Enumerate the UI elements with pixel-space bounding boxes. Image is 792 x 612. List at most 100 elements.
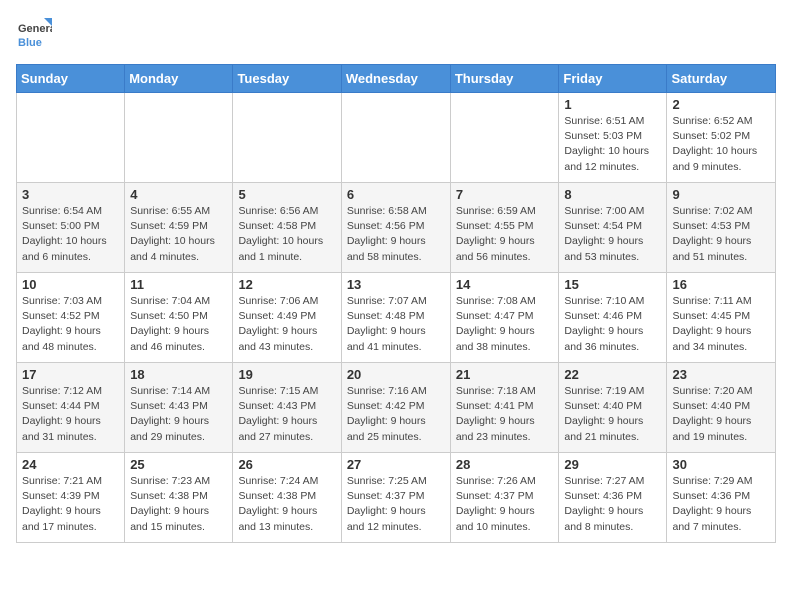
calendar-cell bbox=[450, 93, 559, 183]
day-number: 22 bbox=[564, 367, 661, 382]
day-number: 30 bbox=[672, 457, 770, 472]
day-number: 18 bbox=[130, 367, 227, 382]
day-info: Sunrise: 7:19 AM Sunset: 4:40 PM Dayligh… bbox=[564, 384, 661, 445]
calendar-cell: 10 Sunrise: 7:03 AM Sunset: 4:52 PM Dayli… bbox=[17, 273, 125, 363]
day-number: 15 bbox=[564, 277, 661, 292]
calendar-week-row: 17 Sunrise: 7:12 AM Sunset: 4:44 PM Dayli… bbox=[17, 363, 776, 453]
day-number: 3 bbox=[22, 187, 119, 202]
calendar-cell: 15 Sunrise: 7:10 AM Sunset: 4:46 PM Dayli… bbox=[559, 273, 667, 363]
day-number: 26 bbox=[238, 457, 335, 472]
day-number: 19 bbox=[238, 367, 335, 382]
day-info: Sunrise: 7:20 AM Sunset: 4:40 PM Dayligh… bbox=[672, 384, 770, 445]
day-info: Sunrise: 6:54 AM Sunset: 5:00 PM Dayligh… bbox=[22, 204, 119, 265]
day-info: Sunrise: 7:11 AM Sunset: 4:45 PM Dayligh… bbox=[672, 294, 770, 355]
day-number: 17 bbox=[22, 367, 119, 382]
calendar-cell bbox=[341, 93, 450, 183]
calendar-cell: 27 Sunrise: 7:25 AM Sunset: 4:37 PM Dayli… bbox=[341, 453, 450, 543]
day-info: Sunrise: 6:52 AM Sunset: 5:02 PM Dayligh… bbox=[672, 114, 770, 175]
day-of-week-header: Friday bbox=[559, 65, 667, 93]
day-number: 8 bbox=[564, 187, 661, 202]
calendar-cell: 14 Sunrise: 7:08 AM Sunset: 4:47 PM Dayli… bbox=[450, 273, 559, 363]
calendar-cell: 5 Sunrise: 6:56 AM Sunset: 4:58 PM Daylig… bbox=[233, 183, 341, 273]
calendar-week-row: 3 Sunrise: 6:54 AM Sunset: 5:00 PM Daylig… bbox=[17, 183, 776, 273]
day-number: 9 bbox=[672, 187, 770, 202]
day-info: Sunrise: 7:08 AM Sunset: 4:47 PM Dayligh… bbox=[456, 294, 554, 355]
day-info: Sunrise: 7:14 AM Sunset: 4:43 PM Dayligh… bbox=[130, 384, 227, 445]
day-number: 27 bbox=[347, 457, 445, 472]
day-info: Sunrise: 7:07 AM Sunset: 4:48 PM Dayligh… bbox=[347, 294, 445, 355]
calendar-cell: 12Sunrise: 7:06 AM Sunset: 4:49 PM Dayli… bbox=[233, 273, 341, 363]
logo-svg: General Blue bbox=[16, 16, 52, 52]
calendar-table: SundayMondayTuesdayWednesdayThursdayFrid… bbox=[16, 64, 776, 543]
day-info: Sunrise: 6:55 AM Sunset: 4:59 PM Dayligh… bbox=[130, 204, 227, 265]
day-info: Sunrise: 7:03 AM Sunset: 4:52 PM Dayligh… bbox=[22, 294, 119, 355]
calendar-cell: 24Sunrise: 7:21 AM Sunset: 4:39 PM Dayli… bbox=[17, 453, 125, 543]
day-number: 11 bbox=[130, 277, 227, 292]
day-number: 10 bbox=[22, 277, 119, 292]
day-number: 4 bbox=[130, 187, 227, 202]
calendar-cell: 26 Sunrise: 7:24 AM Sunset: 4:38 PM Dayli… bbox=[233, 453, 341, 543]
day-info: Sunrise: 7:16 AM Sunset: 4:42 PM Dayligh… bbox=[347, 384, 445, 445]
calendar-week-row: 1 Sunrise: 6:51 AM Sunset: 5:03 PM Daylig… bbox=[17, 93, 776, 183]
calendar-cell: 11 Sunrise: 7:04 AM Sunset: 4:50 PM Dayli… bbox=[125, 273, 233, 363]
day-number: 16 bbox=[672, 277, 770, 292]
day-info: Sunrise: 6:59 AM Sunset: 4:55 PM Dayligh… bbox=[456, 204, 554, 265]
day-number: 25 bbox=[130, 457, 227, 472]
day-number: 28 bbox=[456, 457, 554, 472]
day-info: Sunrise: 7:02 AM Sunset: 4:53 PM Dayligh… bbox=[672, 204, 770, 265]
day-info: Sunrise: 7:12 AM Sunset: 4:44 PM Dayligh… bbox=[22, 384, 119, 445]
day-number: 14 bbox=[456, 277, 554, 292]
calendar-week-row: 24Sunrise: 7:21 AM Sunset: 4:39 PM Dayli… bbox=[17, 453, 776, 543]
calendar-cell: 30 Sunrise: 7:29 AM Sunset: 4:36 PM Dayli… bbox=[667, 453, 776, 543]
day-number: 21 bbox=[456, 367, 554, 382]
day-number: 24 bbox=[22, 457, 119, 472]
calendar-cell: 16 Sunrise: 7:11 AM Sunset: 4:45 PM Dayli… bbox=[667, 273, 776, 363]
calendar-cell: 21 Sunrise: 7:18 AM Sunset: 4:41 PM Dayli… bbox=[450, 363, 559, 453]
day-number: 2 bbox=[672, 97, 770, 112]
calendar-cell: 4 Sunrise: 6:55 AM Sunset: 4:59 PM Daylig… bbox=[125, 183, 233, 273]
day-info: Sunrise: 7:00 AM Sunset: 4:54 PM Dayligh… bbox=[564, 204, 661, 265]
day-of-week-header: Monday bbox=[125, 65, 233, 93]
day-number: 12 bbox=[238, 277, 335, 292]
day-info: Sunrise: 7:25 AM Sunset: 4:37 PM Dayligh… bbox=[347, 474, 445, 535]
calendar-cell: 2 Sunrise: 6:52 AM Sunset: 5:02 PM Daylig… bbox=[667, 93, 776, 183]
calendar-cell: 18 Sunrise: 7:14 AM Sunset: 4:43 PM Dayli… bbox=[125, 363, 233, 453]
day-info: Sunrise: 7:24 AM Sunset: 4:38 PM Dayligh… bbox=[238, 474, 335, 535]
day-of-week-header: Sunday bbox=[17, 65, 125, 93]
day-info: Sunrise: 6:51 AM Sunset: 5:03 PM Dayligh… bbox=[564, 114, 661, 175]
day-number: 6 bbox=[347, 187, 445, 202]
day-info: Sunrise: 7:10 AM Sunset: 4:46 PM Dayligh… bbox=[564, 294, 661, 355]
calendar-cell: 1 Sunrise: 6:51 AM Sunset: 5:03 PM Daylig… bbox=[559, 93, 667, 183]
day-number: 23 bbox=[672, 367, 770, 382]
day-info: Sunrise: 7:23 AM Sunset: 4:38 PM Dayligh… bbox=[130, 474, 227, 535]
day-of-week-header: Saturday bbox=[667, 65, 776, 93]
calendar-cell: 28 Sunrise: 7:26 AM Sunset: 4:37 PM Dayli… bbox=[450, 453, 559, 543]
svg-text:Blue: Blue bbox=[18, 37, 42, 49]
calendar-cell: 19 Sunrise: 7:15 AM Sunset: 4:43 PM Dayli… bbox=[233, 363, 341, 453]
page-header: General Blue bbox=[16, 16, 776, 52]
calendar-cell bbox=[233, 93, 341, 183]
day-info: Sunrise: 7:26 AM Sunset: 4:37 PM Dayligh… bbox=[456, 474, 554, 535]
day-number: 1 bbox=[564, 97, 661, 112]
calendar-cell: 9 Sunrise: 7:02 AM Sunset: 4:53 PM Daylig… bbox=[667, 183, 776, 273]
day-info: Sunrise: 7:04 AM Sunset: 4:50 PM Dayligh… bbox=[130, 294, 227, 355]
day-of-week-header: Tuesday bbox=[233, 65, 341, 93]
day-info: Sunrise: 6:56 AM Sunset: 4:58 PM Dayligh… bbox=[238, 204, 335, 265]
day-info: Sunrise: 7:15 AM Sunset: 4:43 PM Dayligh… bbox=[238, 384, 335, 445]
calendar-cell: 3 Sunrise: 6:54 AM Sunset: 5:00 PM Daylig… bbox=[17, 183, 125, 273]
day-number: 5 bbox=[238, 187, 335, 202]
day-number: 7 bbox=[456, 187, 554, 202]
calendar-cell: 17 Sunrise: 7:12 AM Sunset: 4:44 PM Dayli… bbox=[17, 363, 125, 453]
calendar-cell: 6Sunrise: 6:58 AM Sunset: 4:56 PM Daylig… bbox=[341, 183, 450, 273]
calendar-cell: 29 Sunrise: 7:27 AM Sunset: 4:36 PM Dayli… bbox=[559, 453, 667, 543]
calendar-cell: 7 Sunrise: 6:59 AM Sunset: 4:55 PM Daylig… bbox=[450, 183, 559, 273]
calendar-cell bbox=[125, 93, 233, 183]
svg-text:General: General bbox=[18, 23, 52, 35]
day-number: 29 bbox=[564, 457, 661, 472]
calendar-header-row: SundayMondayTuesdayWednesdayThursdayFrid… bbox=[17, 65, 776, 93]
calendar-cell bbox=[17, 93, 125, 183]
calendar-cell: 25 Sunrise: 7:23 AM Sunset: 4:38 PM Dayli… bbox=[125, 453, 233, 543]
day-info: Sunrise: 7:29 AM Sunset: 4:36 PM Dayligh… bbox=[672, 474, 770, 535]
day-info: Sunrise: 7:27 AM Sunset: 4:36 PM Dayligh… bbox=[564, 474, 661, 535]
day-info: Sunrise: 7:18 AM Sunset: 4:41 PM Dayligh… bbox=[456, 384, 554, 445]
